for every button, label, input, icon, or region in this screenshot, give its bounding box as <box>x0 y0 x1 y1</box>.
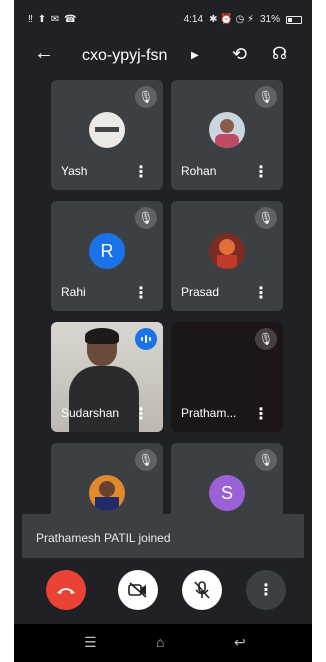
phone-hangup-icon <box>57 588 75 594</box>
avatar <box>209 233 245 269</box>
call-controls: ⋮ <box>14 570 312 624</box>
mic-off-icon: 🎙 <box>255 86 277 108</box>
headphones-icon[interactable]: ☊ <box>272 44 287 64</box>
more-vert-icon[interactable]: ⋮ <box>253 404 269 424</box>
status-bar: ‼ ⬆ ✉ ☎ 4:14 ✱ ⏰ ◷ ⚡ 31% <box>14 0 312 40</box>
mic-off-icon: 🎙 <box>255 207 277 229</box>
meet-call-screen: ‼ ⬆ ✉ ☎ 4:14 ✱ ⏰ ◷ ⚡ 31% ← cxo-ypyj-fsn … <box>14 0 312 662</box>
system-nav-bar: ☰ ⌂ ↩ <box>14 624 312 662</box>
time-label: 4:14 <box>183 14 204 25</box>
participant-tile-7[interactable]: 🎙 <box>51 443 163 523</box>
more-vert-icon[interactable]: ⋮ <box>133 283 149 303</box>
home-nav-icon[interactable]: ⌂ <box>156 634 164 650</box>
top-bar: ← cxo-ypyj-fsn ▶ ⟲ ☊ <box>14 40 312 76</box>
participant-tile-rohan[interactable]: 🎙 Rohan ⋮ <box>171 80 283 190</box>
participant-tile-8[interactable]: 🎙 S <box>171 443 283 523</box>
mic-off-icon <box>194 581 210 599</box>
video-person-hair <box>85 328 119 344</box>
status-notification-icons: ‼ ⬆ ✉ ☎ <box>28 14 78 25</box>
speaking-indicator-icon <box>135 328 157 350</box>
status-system-icons: ✱ ⏰ ◷ ⚡ <box>209 14 254 25</box>
mic-off-icon: 🎙 <box>135 207 157 229</box>
mic-off-icon: 🎙 <box>135 449 157 471</box>
participant-tile-rahi[interactable]: 🎙 R Rahi ⋮ <box>51 201 163 311</box>
camera-toggle-button[interactable] <box>118 570 158 610</box>
switch-camera-icon[interactable]: ⟲ <box>232 44 247 65</box>
menu-nav-icon[interactable]: ☰ <box>84 634 97 651</box>
participant-name: Prasad <box>181 285 220 299</box>
avatar <box>209 112 245 148</box>
camera-off-icon <box>128 582 147 598</box>
avatar <box>89 475 125 511</box>
avatar: R <box>89 233 125 269</box>
participant-name: Sudarshan <box>61 406 120 420</box>
more-vert-icon[interactable]: ⋮ <box>253 283 269 303</box>
more-vert-icon[interactable]: ⋮ <box>133 162 149 182</box>
mic-off-icon: 🎙 <box>255 328 277 350</box>
battery-icon <box>286 15 302 24</box>
battery-percent: 31% <box>259 14 280 25</box>
video-person-body <box>69 366 139 432</box>
back-nav-icon[interactable]: ↩ <box>234 634 246 651</box>
participant-tile-yash[interactable]: 🎙 Yash ⋮ <box>51 80 163 190</box>
participant-name: Pratham... <box>181 406 237 420</box>
mic-toggle-button[interactable] <box>182 570 222 610</box>
back-arrow-icon[interactable]: ← <box>34 42 54 65</box>
participant-tile-prasad[interactable]: 🎙 Prasad ⋮ <box>171 201 283 311</box>
end-call-button[interactable] <box>46 570 86 610</box>
more-vert-icon[interactable]: ⋮ <box>253 162 269 182</box>
participant-tile-sudarshan[interactable]: Sudarshan ⋮ <box>51 322 163 432</box>
status-right: 4:14 ✱ ⏰ ◷ ⚡ 31% <box>184 14 302 25</box>
caret-right-icon[interactable]: ▶ <box>191 50 199 61</box>
more-vert-icon[interactable]: ⋮ <box>133 404 149 424</box>
avatar <box>89 112 125 148</box>
participant-tile-prathamesh[interactable]: 🎙 Pratham... ⋮ <box>171 322 283 432</box>
join-toast: Prathamesh PATIL joined <box>22 514 304 558</box>
participant-name: Rohan <box>181 164 217 178</box>
avatar: S <box>209 475 245 511</box>
mic-off-icon: 🎙 <box>135 86 157 108</box>
mic-off-icon: 🎙 <box>255 449 277 471</box>
meeting-code[interactable]: cxo-ypyj-fsn <box>82 47 167 65</box>
participant-name: Yash <box>61 164 88 178</box>
more-options-button[interactable]: ⋮ <box>246 570 286 610</box>
participant-name: Rahi <box>61 285 86 299</box>
